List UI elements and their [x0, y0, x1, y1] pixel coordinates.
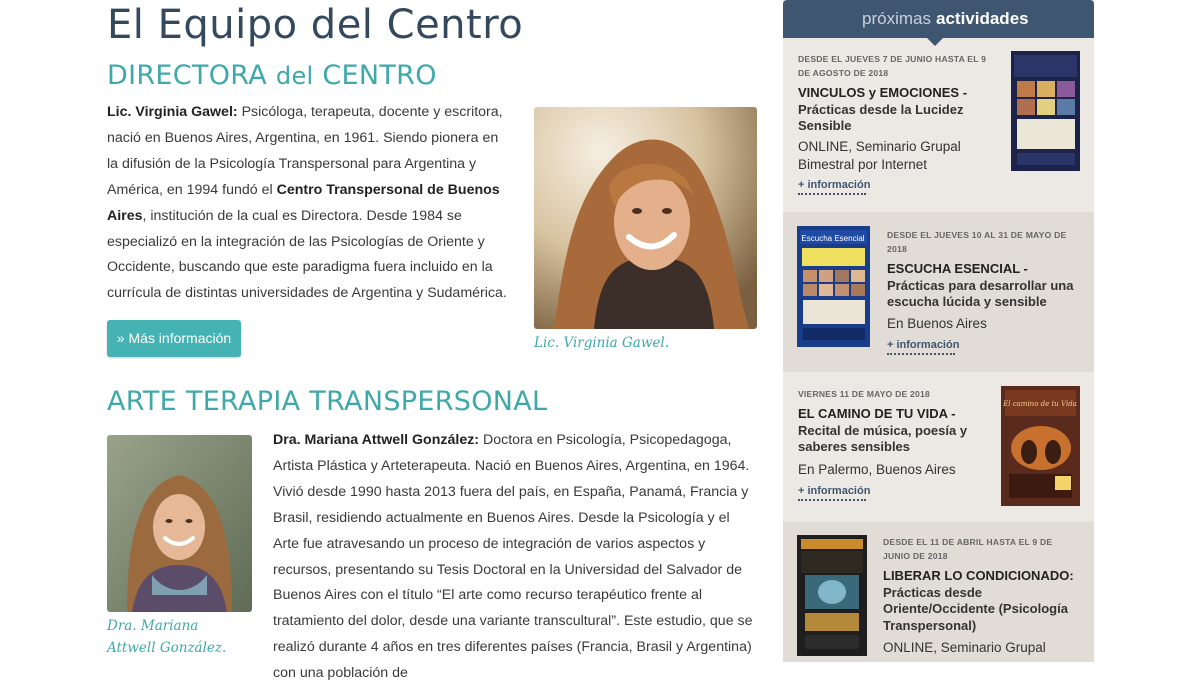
event-title-main: LIBERAR LO CONDICIONADO: — [883, 568, 1074, 583]
event-title[interactable]: ESCUCHA ESENCIAL - Prácticas para desarr… — [887, 261, 1082, 311]
event-date: DESDE EL JUEVES 7 DE JUNIO HASTA EL 9 DE… — [798, 54, 987, 78]
event-dots-divider — [887, 353, 955, 355]
event-more-link[interactable]: + información — [887, 339, 959, 351]
event-title[interactable]: LIBERAR LO CONDICIONADO: Prácticas desde… — [883, 568, 1078, 634]
event-subtitle: Prácticas desde la Lucidez Sensible — [798, 101, 964, 134]
event-card: VIERNES 11 DE MAYO DE 2018 EL CAMINO DE … — [783, 372, 1094, 522]
event-poster-image[interactable]: Escucha Esencial — [797, 226, 870, 347]
event-subtitle: Prácticas para desarrollar una escucha l… — [887, 277, 1074, 310]
event-date: DESDE EL 11 DE ABRIL HASTA EL 9 DE JUNIO… — [883, 537, 1053, 561]
event-title-main: ESCUCHA ESENCIAL - — [887, 261, 1028, 276]
directora-heading-main: DIRECTORA — [107, 60, 268, 91]
directora-name: Lic. Virginia Gawel: — [107, 104, 238, 120]
directora-heading: DIRECTORA del CENTRO — [107, 60, 437, 91]
event-title[interactable]: VINCULOS y EMOCIONES - Prácticas desde l… — [798, 85, 998, 135]
event-title[interactable]: EL CAMINO DE TU VIDA - Recital de música… — [798, 406, 978, 456]
event-card: DESDE EL 11 DE ABRIL HASTA EL 9 DE JUNIO… — [783, 522, 1094, 662]
poster-text: Escucha Esencial — [801, 234, 864, 243]
virginia-caption: Lic. Virginia Gawel. — [534, 335, 670, 351]
event-dots-divider — [798, 499, 866, 501]
event-subtitle: Recital de música, poesía y saberes sens… — [798, 422, 968, 455]
event-title-main: VINCULOS y EMOCIONES - — [798, 85, 968, 100]
page-title: El Equipo del Centro — [107, 2, 524, 48]
more-info-button[interactable]: » Más información — [107, 320, 241, 357]
directora-bio-text2: , institución de la cual es Directora. D… — [107, 207, 507, 302]
sidebar-activities: próximas actividades DESDE EL JUEVES 7 D… — [783, 0, 1094, 662]
mariana-caption: Dra. Mariana Attwell González. — [107, 618, 227, 656]
mariana-photo — [107, 435, 252, 612]
directora-heading-small: del — [275, 62, 314, 90]
directora-heading-end: CENTRO — [322, 60, 437, 91]
event-more-link[interactable]: + información — [798, 179, 870, 191]
event-date: VIERNES 11 DE MAYO DE 2018 — [798, 389, 930, 399]
event-poster-image[interactable]: El camino de tu Vida — [1001, 386, 1080, 506]
arte-bio: Dra. Mariana Attwell González: Doctora e… — [273, 428, 758, 687]
virginia-photo — [534, 107, 757, 329]
arte-bio-text: Doctora en Psicología, Psicopedagoga, Ar… — [273, 432, 753, 682]
event-title-main: EL CAMINO DE TU VIDA - — [798, 406, 956, 421]
arte-heading: ARTE TERAPIA TRANSPERSONAL — [107, 386, 548, 417]
sidebar-header-light: próximas — [862, 9, 931, 28]
event-poster-image[interactable] — [797, 535, 867, 656]
event-card: DESDE EL JUEVES 7 DE JUNIO HASTA EL 9 DE… — [783, 38, 1094, 212]
event-desc: En Palermo, Buenos Aires — [798, 462, 956, 477]
event-more-link[interactable]: + información — [798, 485, 870, 497]
event-desc: En Buenos Aires — [887, 316, 987, 331]
event-card: Escucha Esencial DESDE EL JUEVES 10 AL 3… — [783, 212, 1094, 372]
sidebar-header: próximas actividades — [783, 0, 1094, 38]
mariana-name: Dra. Mariana Attwell González: — [273, 432, 480, 448]
event-subtitle: Prácticas desde Oriente/Occidente (Psico… — [883, 584, 1068, 633]
sidebar-header-bold: actividades — [936, 9, 1029, 28]
event-date: DESDE EL JUEVES 10 AL 31 DE MAYO DE 2018 — [887, 230, 1067, 254]
event-desc: ONLINE, Seminario Grupal Bimestral por I… — [798, 139, 961, 172]
event-poster-image[interactable] — [1011, 51, 1080, 171]
event-desc: ONLINE, Seminario Grupal — [883, 640, 1046, 655]
poster-text: El camino de tu Vida — [1002, 400, 1077, 408]
directora-bio: Lic. Virginia Gawel: Psicóloga, terapeut… — [107, 100, 507, 307]
event-dots-divider — [798, 193, 866, 195]
